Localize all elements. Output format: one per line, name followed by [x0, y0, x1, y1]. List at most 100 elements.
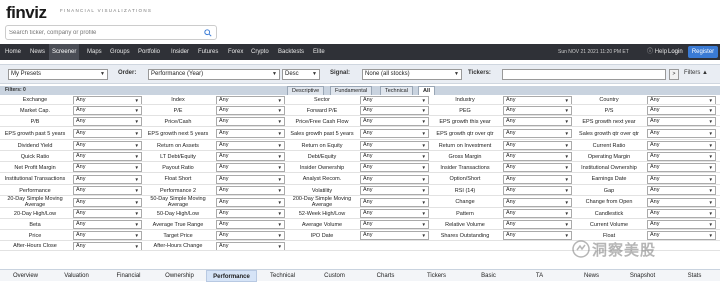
- filter-select[interactable]: Any ▼: [647, 129, 716, 138]
- tab-descriptive[interactable]: Descriptive: [287, 86, 325, 95]
- filter-select[interactable]: Any ▼: [503, 117, 572, 126]
- filter-select[interactable]: Any ▼: [73, 129, 142, 138]
- filter-select[interactable]: Any ▼: [73, 186, 142, 195]
- login-link[interactable]: Login: [668, 44, 683, 60]
- tab-technical[interactable]: Technical: [380, 86, 413, 95]
- filter-select[interactable]: Any ▼: [216, 152, 285, 161]
- search-icon[interactable]: [204, 29, 212, 37]
- view-tab-ta[interactable]: TA: [514, 270, 565, 282]
- filter-select[interactable]: Any ▼: [73, 175, 142, 184]
- order-select[interactable]: Performance (Year) ▼: [148, 69, 280, 80]
- view-tab-basic[interactable]: Basic: [463, 270, 514, 282]
- filter-select[interactable]: Any ▼: [503, 231, 572, 240]
- filter-select[interactable]: Any ▼: [503, 152, 572, 161]
- filter-select[interactable]: Any ▼: [647, 117, 716, 126]
- nav-backtests[interactable]: Backtests: [278, 44, 304, 60]
- filter-select[interactable]: Any ▼: [216, 117, 285, 126]
- view-tab-custom[interactable]: Custom: [309, 270, 360, 282]
- nav-futures[interactable]: Futures: [198, 44, 218, 60]
- view-tab-performance[interactable]: Performance: [206, 270, 257, 282]
- filter-select[interactable]: Any ▼: [503, 220, 572, 229]
- filter-select[interactable]: Any ▼: [216, 175, 285, 184]
- view-tab-tickers[interactable]: Tickers: [411, 270, 462, 282]
- filter-select[interactable]: Any ▼: [216, 129, 285, 138]
- filter-select[interactable]: Any ▼: [360, 163, 429, 172]
- filter-select[interactable]: Any ▼: [647, 198, 716, 207]
- preset-select[interactable]: My Presets ▼: [8, 69, 108, 80]
- filter-select[interactable]: Any ▼: [503, 198, 572, 207]
- tab-fundamental[interactable]: Fundamental: [330, 86, 373, 95]
- help-link[interactable]: ⓘ Help: [647, 44, 667, 60]
- filter-select[interactable]: Any ▼: [360, 186, 429, 195]
- filter-select[interactable]: Any ▼: [73, 209, 142, 218]
- nav-elite[interactable]: Elite: [313, 44, 325, 60]
- nav-forex[interactable]: Forex: [228, 44, 243, 60]
- nav-groups[interactable]: Groups: [110, 44, 130, 60]
- filter-select[interactable]: Any ▼: [360, 129, 429, 138]
- filter-select[interactable]: Any ▼: [216, 106, 285, 115]
- view-tab-technical[interactable]: Technical: [257, 270, 308, 282]
- signal-select[interactable]: None (all stocks) ▼: [362, 69, 462, 80]
- filter-select[interactable]: Any ▼: [503, 141, 572, 150]
- filter-select[interactable]: Any ▼: [360, 198, 429, 207]
- filter-select[interactable]: Any ▼: [503, 106, 572, 115]
- filter-select[interactable]: Any ▼: [73, 220, 142, 229]
- filter-select[interactable]: Any ▼: [647, 209, 716, 218]
- filter-select[interactable]: Any ▼: [216, 163, 285, 172]
- view-tab-overview[interactable]: Overview: [0, 270, 51, 282]
- search-box[interactable]: [5, 25, 217, 40]
- filter-select[interactable]: Any ▼: [647, 163, 716, 172]
- filter-select[interactable]: Any ▼: [647, 186, 716, 195]
- filters-toggle[interactable]: Filters ▲: [684, 70, 708, 76]
- view-tab-snapshot[interactable]: Snapshot: [617, 270, 668, 282]
- view-tab-stats[interactable]: Stats: [669, 270, 720, 282]
- filter-select[interactable]: Any ▼: [73, 163, 142, 172]
- filter-select[interactable]: Any ▼: [73, 141, 142, 150]
- tickers-input[interactable]: [502, 69, 666, 80]
- nav-maps[interactable]: Maps: [87, 44, 102, 60]
- filter-select[interactable]: Any ▼: [360, 175, 429, 184]
- filter-select[interactable]: Any ▼: [216, 186, 285, 195]
- filter-select[interactable]: Any ▼: [503, 209, 572, 218]
- register-button[interactable]: Register: [688, 46, 718, 58]
- filter-select[interactable]: Any ▼: [503, 163, 572, 172]
- filter-select[interactable]: Any ▼: [360, 141, 429, 150]
- filter-select[interactable]: Any ▼: [360, 209, 429, 218]
- filter-select[interactable]: Any ▼: [360, 152, 429, 161]
- filter-select[interactable]: Any ▼: [647, 106, 716, 115]
- nav-crypto[interactable]: Crypto: [251, 44, 269, 60]
- view-tab-valuation[interactable]: Valuation: [51, 270, 102, 282]
- nav-home[interactable]: Home: [5, 44, 21, 60]
- nav-news[interactable]: News: [30, 44, 45, 60]
- tickers-go-button[interactable]: >: [669, 69, 679, 80]
- nav-portfolio[interactable]: Portfolio: [138, 44, 160, 60]
- filter-select[interactable]: Any ▼: [216, 141, 285, 150]
- search-input[interactable]: [9, 28, 199, 38]
- finviz-logo[interactable]: finviz: [6, 3, 47, 23]
- filter-select[interactable]: Any ▼: [360, 231, 429, 240]
- filter-select[interactable]: Any ▼: [503, 129, 572, 138]
- filter-select[interactable]: Any ▼: [647, 152, 716, 161]
- filter-select[interactable]: Any ▼: [503, 186, 572, 195]
- filter-select[interactable]: Any ▼: [360, 220, 429, 229]
- filter-select[interactable]: Any ▼: [360, 106, 429, 115]
- filter-select[interactable]: Any ▼: [216, 220, 285, 229]
- filter-select[interactable]: Any ▼: [73, 152, 142, 161]
- nav-insider[interactable]: Insider: [171, 44, 189, 60]
- filter-select[interactable]: Any ▼: [647, 175, 716, 184]
- filter-select[interactable]: Any ▼: [216, 198, 285, 207]
- filter-select[interactable]: Any ▼: [360, 117, 429, 126]
- filter-select[interactable]: Any ▼: [216, 209, 285, 218]
- filter-select[interactable]: Any ▼: [503, 175, 572, 184]
- filter-select[interactable]: Any ▼: [647, 220, 716, 229]
- filter-select[interactable]: Any ▼: [647, 141, 716, 150]
- filter-select[interactable]: Any ▼: [73, 117, 142, 126]
- nav-screener[interactable]: Screener: [49, 44, 80, 60]
- view-tab-financial[interactable]: Financial: [103, 270, 154, 282]
- view-tab-ownership[interactable]: Ownership: [154, 270, 205, 282]
- order-direction-select[interactable]: Desc ▼: [282, 69, 320, 80]
- filter-select[interactable]: Any ▼: [73, 231, 142, 240]
- filter-select[interactable]: Any ▼: [216, 231, 285, 240]
- tab-all[interactable]: All: [418, 86, 436, 95]
- view-tab-charts[interactable]: Charts: [360, 270, 411, 282]
